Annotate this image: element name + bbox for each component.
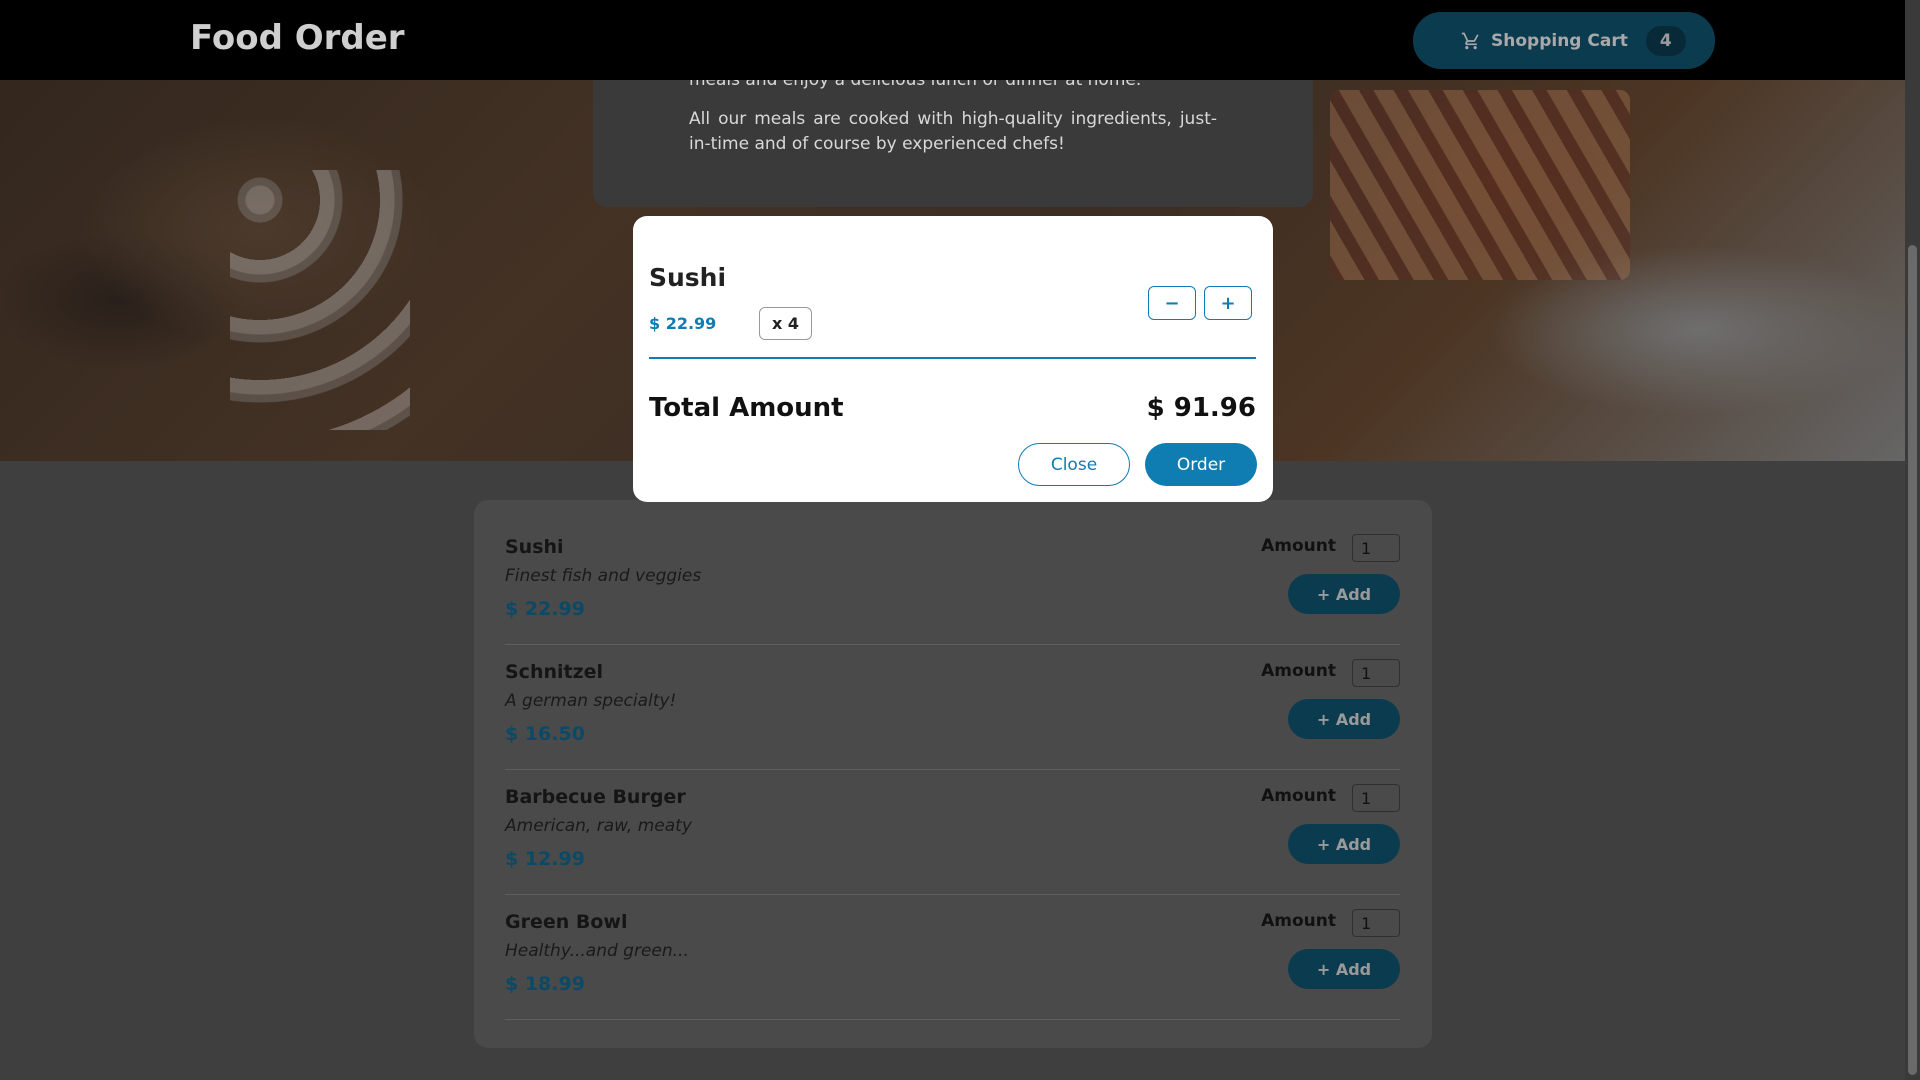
amount-label: Amount (1261, 661, 1336, 681)
amount-input[interactable] (1352, 784, 1400, 812)
app-header: Food Order Shopping Cart 4 (0, 0, 1905, 80)
meal-item: Barbecue Burger American, raw, meaty $ 1… (505, 770, 1400, 895)
cart-item-quantity: x 4 (759, 307, 813, 340)
meal-item: Sushi Finest fish and veggies $ 22.99 Am… (505, 520, 1400, 645)
amount-label: Amount (1261, 786, 1336, 806)
cart-count-badge: 4 (1645, 25, 1686, 56)
scrollbar-thumb[interactable] (1908, 245, 1917, 1075)
amount-input[interactable] (1352, 534, 1400, 562)
amount-input[interactable] (1352, 659, 1400, 687)
add-to-cart-button[interactable]: + Add (1288, 574, 1400, 614)
cart-modal: Sushi $ 22.99 x 4 − + Total Amount $ 91.… (633, 216, 1273, 502)
amount-label: Amount (1261, 911, 1336, 931)
amount-label: Amount (1261, 536, 1336, 556)
meal-item: Schnitzel A german specialty! $ 16.50 Am… (505, 645, 1400, 770)
total-amount-label: Total Amount (649, 393, 844, 423)
hero-image-detail (1330, 90, 1630, 280)
add-to-cart-button[interactable]: + Add (1288, 699, 1400, 739)
meal-description: A german specialty! (505, 691, 677, 711)
meal-price: $ 22.99 (505, 598, 585, 620)
meal-price: $ 12.99 (505, 848, 585, 870)
decrease-quantity-button[interactable]: − (1148, 286, 1196, 320)
shopping-cart-icon (1461, 32, 1479, 49)
add-to-cart-button[interactable]: + Add (1288, 949, 1400, 989)
meals-list: Sushi Finest fish and veggies $ 22.99 Am… (474, 500, 1432, 1048)
app-title: Food Order (190, 18, 405, 58)
order-button[interactable]: Order (1145, 443, 1257, 486)
meal-price: $ 16.50 (505, 723, 585, 745)
meal-description: Finest fish and veggies (505, 566, 702, 586)
add-to-cart-button[interactable]: + Add (1288, 824, 1400, 864)
meal-item: Green Bowl Healthy...and green... $ 18.9… (505, 895, 1400, 1020)
close-button[interactable]: Close (1018, 443, 1130, 486)
cart-item: Sushi $ 22.99 x 4 − + (649, 216, 1256, 359)
hero-image-detail (230, 170, 410, 430)
cart-item-price: $ 22.99 (649, 314, 717, 333)
meal-description: American, raw, meaty (505, 816, 692, 836)
meal-description: Healthy...and green... (505, 941, 689, 961)
total-row: Total Amount $ 91.96 (649, 359, 1256, 423)
page-scrollbar[interactable] (1905, 0, 1920, 1080)
shopping-cart-button[interactable]: Shopping Cart 4 (1413, 12, 1715, 69)
amount-input[interactable] (1352, 909, 1400, 937)
intro-paragraph: All our meals are cooked with high-quali… (689, 109, 1217, 154)
cart-item-name: Sushi (649, 263, 727, 292)
meal-price: $ 18.99 (505, 973, 585, 995)
increase-quantity-button[interactable]: + (1204, 286, 1252, 320)
total-amount-value: $ 91.96 (1146, 393, 1256, 423)
cart-label: Shopping Cart (1491, 30, 1628, 51)
